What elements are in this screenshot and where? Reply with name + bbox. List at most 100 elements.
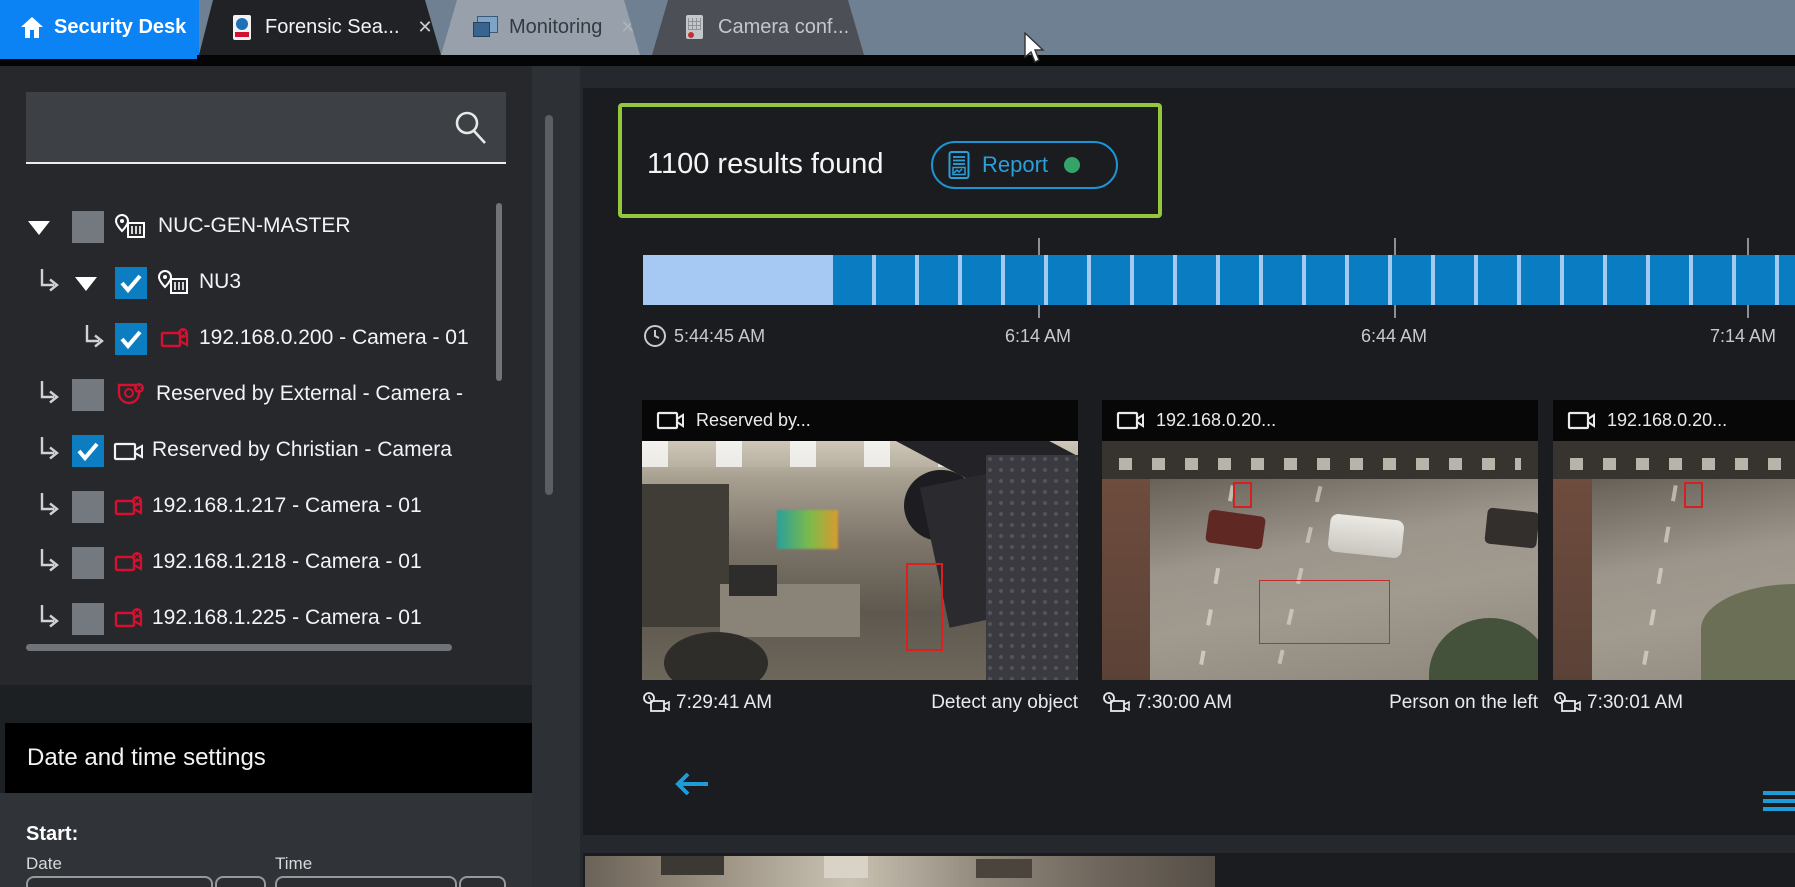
tab-camera-config[interactable]: Camera conf... ✕ xyxy=(652,0,864,55)
tree-item-label: 192.168.1.225 - Camera - 01 xyxy=(152,606,422,630)
camera-offline-icon xyxy=(114,493,146,521)
tree-row[interactable]: 192.168.1.217 - Camera - 01 xyxy=(0,479,532,535)
video-thumbnail[interactable] xyxy=(642,441,1078,680)
tree-item-label: NUC-GEN-MASTER xyxy=(158,214,351,238)
video-thumbnail[interactable] xyxy=(1553,441,1795,680)
tree-row[interactable]: 192.168.1.225 - Camera - 01 xyxy=(0,591,532,647)
tree-item-label: Reserved by External - Camera - xyxy=(156,382,463,406)
tree-item-label: Reserved by Christian - Camera xyxy=(152,438,452,462)
branch-arrow-icon xyxy=(38,549,62,575)
time-input[interactable] xyxy=(275,876,457,887)
tree-row[interactable]: Reserved by External - Camera - xyxy=(0,367,532,423)
detection-box xyxy=(1233,482,1253,508)
search-icon xyxy=(451,108,491,148)
main-vertical-scrollbar[interactable] xyxy=(545,115,553,495)
timeline-tick-label: 6:14 AM xyxy=(1005,326,1071,347)
tree-item-label: NU3 xyxy=(199,270,241,294)
search-input[interactable] xyxy=(26,92,506,164)
timeline-tick-label: 6:44 AM xyxy=(1361,326,1427,347)
menu-icon[interactable] xyxy=(1763,791,1795,815)
status-dot xyxy=(1064,157,1080,173)
result-card[interactable]: 192.168.0.20... 7:30:01 AM xyxy=(1553,400,1795,720)
timeline-bar-empty-segment[interactable] xyxy=(643,255,833,305)
start-label: Start: xyxy=(26,823,78,846)
card-header: 192.168.0.20... xyxy=(1553,400,1795,441)
previous-page-arrow[interactable] xyxy=(672,770,712,798)
tree-row[interactable]: NUC-GEN-MASTER xyxy=(0,199,532,255)
detection-box xyxy=(1684,482,1704,508)
checkbox[interactable] xyxy=(72,379,104,411)
video-thumbnail-partial[interactable] xyxy=(585,856,1215,887)
close-icon[interactable]: ✕ xyxy=(867,17,882,38)
card-description: Detect any object xyxy=(931,692,1078,714)
video-thumbnail[interactable] xyxy=(1102,441,1538,680)
branch-arrow-icon xyxy=(38,269,62,295)
branch-arrow-icon xyxy=(38,437,62,463)
datetime-settings-panel: Start: Date Time xyxy=(0,793,532,887)
tree-row[interactable]: NU3 xyxy=(0,255,532,311)
close-icon[interactable]: ✕ xyxy=(620,17,635,38)
detection-box xyxy=(1259,580,1390,645)
monitoring-tab-icon xyxy=(473,16,497,37)
card-footer: 7:29:41 AM Detect any object xyxy=(642,690,1078,716)
home-icon xyxy=(20,16,44,39)
tab-label: Forensic Sea... xyxy=(265,16,400,39)
card-time: 7:30:01 AM xyxy=(1587,692,1683,714)
tab-forensic-search[interactable]: Forensic Sea... ✕ xyxy=(199,0,441,55)
card-header: 192.168.0.20... xyxy=(1102,400,1538,441)
date-label: Date xyxy=(26,854,62,874)
tree-item-label: 192.168.0.200 - Camera - 01 xyxy=(199,326,469,350)
close-icon[interactable]: ✕ xyxy=(418,17,433,38)
checkbox[interactable] xyxy=(72,211,104,243)
camera-offline-icon xyxy=(160,325,192,353)
expand-triangle-icon[interactable] xyxy=(75,277,97,291)
active-tab-underline xyxy=(0,55,197,59)
branch-arrow-icon xyxy=(38,381,62,407)
clock-icon xyxy=(643,324,667,348)
tree-row[interactable]: 192.168.0.200 - Camera - 01 xyxy=(0,311,532,367)
checkbox[interactable] xyxy=(72,603,104,635)
checkbox[interactable] xyxy=(72,547,104,579)
vertical-scrollbar[interactable] xyxy=(496,203,502,381)
tab-security-desk[interactable]: Security Desk xyxy=(0,0,199,55)
timeline-bar-result-segments[interactable] xyxy=(833,255,1795,305)
result-card[interactable]: 192.168.0.20... 7:30:00 AM xyxy=(1102,400,1538,720)
result-card[interactable]: Reserved by... 7:29:41 AM xyxy=(642,400,1078,720)
expand-triangle-icon[interactable] xyxy=(28,221,50,235)
card-description: Person on the left xyxy=(1389,692,1538,714)
report-button[interactable]: Report xyxy=(931,141,1118,189)
camera-icon xyxy=(1567,410,1597,432)
card-camera-name: 192.168.0.20... xyxy=(1156,410,1276,431)
time-picker-button[interactable] xyxy=(459,876,506,887)
camera-icon xyxy=(656,410,686,432)
card-time: 7:29:41 AM xyxy=(676,692,772,714)
checkbox[interactable] xyxy=(115,323,147,355)
forensic-tab-icon xyxy=(233,15,251,40)
tree-row[interactable]: Reserved by Christian - Camera xyxy=(0,423,532,479)
horizontal-scrollbar[interactable] xyxy=(26,644,452,651)
panel-gutter xyxy=(532,66,580,887)
card-camera-name: Reserved by... xyxy=(696,410,811,431)
checkbox[interactable] xyxy=(72,491,104,523)
checkbox[interactable] xyxy=(72,435,104,467)
camera-clock-icon xyxy=(1102,692,1130,714)
time-label: Time xyxy=(275,854,312,874)
report-button-label: Report xyxy=(982,152,1048,178)
timeline-start-label: 5:44:45 AM xyxy=(674,326,765,347)
checkbox[interactable] xyxy=(115,267,147,299)
report-icon xyxy=(948,150,970,180)
date-picker-button[interactable] xyxy=(215,876,266,887)
dome-camera-offline-icon xyxy=(116,381,146,409)
tab-label: Camera conf... xyxy=(718,16,849,39)
timeline-tick-label: 7:14 AM xyxy=(1710,326,1776,347)
tabbar-divider xyxy=(0,55,1795,66)
card-time: 7:30:00 AM xyxy=(1136,692,1232,714)
card-footer: 7:30:00 AM Person on the left xyxy=(1102,690,1538,716)
card-footer: 7:30:01 AM xyxy=(1553,690,1795,716)
card-header: Reserved by... xyxy=(642,400,1078,441)
date-input[interactable] xyxy=(26,876,213,887)
camera-clock-icon xyxy=(1553,692,1581,714)
tab-monitoring[interactable]: Monitoring ✕ xyxy=(441,0,640,55)
tree-row[interactable]: 192.168.1.218 - Camera - 01 xyxy=(0,535,532,591)
mouse-cursor xyxy=(1022,32,1048,66)
